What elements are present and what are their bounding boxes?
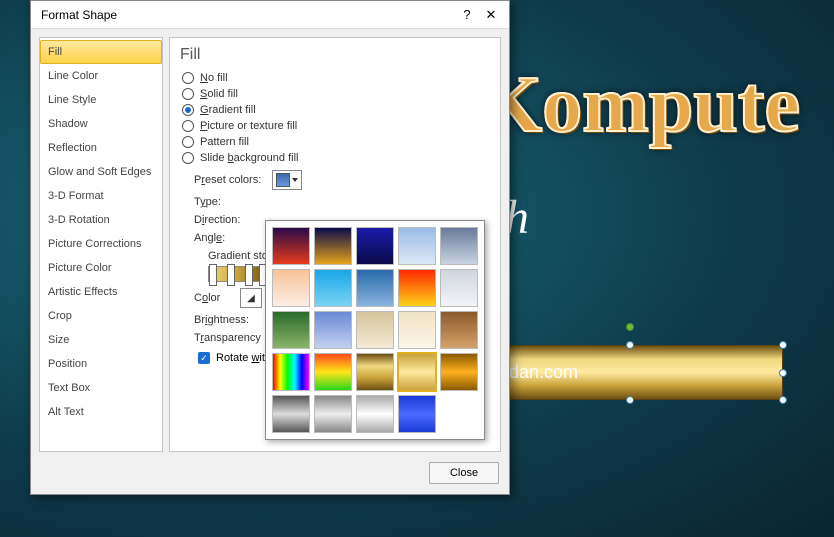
preset-colors-label: Preset colors:: [194, 174, 266, 186]
sidebar-item-fill[interactable]: Fill: [40, 40, 162, 64]
gradient-stops-slider[interactable]: [208, 266, 268, 282]
preset-swatch-4[interactable]: [440, 227, 478, 265]
preset-swatch-1[interactable]: [314, 227, 352, 265]
type-label: Type:: [194, 196, 266, 208]
chevron-down-icon: [292, 178, 298, 182]
sidebar-item-artistic-effects[interactable]: Artistic Effects: [40, 280, 162, 304]
radio-slidebg-fill[interactable]: Slide background fill: [182, 152, 490, 164]
preset-swatch-19[interactable]: [440, 353, 478, 391]
preset-swatch-12[interactable]: [356, 311, 394, 349]
radio-no-fill[interactable]: No fill: [182, 72, 490, 84]
resize-handle-tr[interactable]: [779, 341, 787, 349]
radio-label: Gradient fill: [200, 104, 256, 116]
selected-shape-goldbar[interactable]: dan.com: [478, 345, 783, 400]
preset-swatch-8[interactable]: [398, 269, 436, 307]
sidebar-item-crop[interactable]: Crop: [40, 304, 162, 328]
radio-picture-fill[interactable]: Picture or texture fill: [182, 120, 490, 132]
sidebar-item-3-d-rotation[interactable]: 3-D Rotation: [40, 208, 162, 232]
color-label: Color: [194, 292, 234, 304]
preset-swatch-6[interactable]: [314, 269, 352, 307]
transparency-label: Transparency: [194, 332, 266, 344]
sidebar-item-reflection[interactable]: Reflection: [40, 136, 162, 160]
preset-swatch-13[interactable]: [398, 311, 436, 349]
sidebar-item-glow-and-soft-edges[interactable]: Glow and Soft Edges: [40, 160, 162, 184]
type-row: Type:: [194, 196, 490, 208]
resize-handle-br[interactable]: [779, 396, 787, 404]
sidebar-item-shadow[interactable]: Shadow: [40, 112, 162, 136]
dialog-sidebar: FillLine ColorLine StyleShadowReflection…: [39, 37, 163, 452]
radio-label: Pattern fill: [200, 136, 249, 148]
resize-handle-mb[interactable]: [626, 396, 634, 404]
resize-handle-mt[interactable]: [626, 341, 634, 349]
checkbox-icon: ✓: [198, 352, 210, 364]
radio-icon: [182, 72, 194, 84]
resize-handle-mr[interactable]: [779, 369, 787, 377]
sidebar-item-text-box[interactable]: Text Box: [40, 376, 162, 400]
sidebar-item-position[interactable]: Position: [40, 352, 162, 376]
color-picker-button[interactable]: ◢: [240, 288, 262, 308]
radio-label: Solid fill: [200, 88, 238, 100]
sidebar-item-line-color[interactable]: Line Color: [40, 64, 162, 88]
gradient-stop-marker[interactable]: [209, 264, 217, 286]
preset-colors-popup: [265, 220, 485, 440]
sidebar-item-alt-text[interactable]: Alt Text: [40, 400, 162, 424]
bucket-icon: ◢: [247, 293, 255, 304]
radio-label: No fill: [200, 72, 228, 84]
radio-label: Slide background fill: [200, 152, 298, 164]
radio-icon: [182, 104, 194, 116]
preset-swatch-22[interactable]: [356, 395, 394, 433]
preset-swatch-20[interactable]: [272, 395, 310, 433]
angle-label: Angle:: [194, 232, 266, 244]
gradient-stop-marker[interactable]: [245, 264, 253, 286]
dialog-help-button[interactable]: ?: [455, 5, 479, 25]
preset-swatch-9[interactable]: [440, 269, 478, 307]
radio-icon: [182, 152, 194, 164]
radio-icon: [182, 136, 194, 148]
fill-heading: Fill: [180, 46, 490, 64]
preset-colors-dropdown[interactable]: [272, 170, 302, 190]
background-title: Kompute: [480, 60, 800, 151]
preset-swatch-3[interactable]: [398, 227, 436, 265]
sidebar-item-picture-color[interactable]: Picture Color: [40, 256, 162, 280]
preset-swatch-18[interactable]: [398, 353, 436, 391]
gradient-stop-marker[interactable]: [227, 264, 235, 286]
sidebar-item-picture-corrections[interactable]: Picture Corrections: [40, 232, 162, 256]
sidebar-item-size[interactable]: Size: [40, 328, 162, 352]
preset-colors-row: Preset colors:: [194, 170, 490, 190]
radio-solid-fill[interactable]: Solid fill: [182, 88, 490, 100]
selected-shape-text: dan.com: [509, 362, 578, 383]
dialog-close-button[interactable]: ✕: [479, 5, 503, 25]
radio-icon: [182, 120, 194, 132]
preset-swatch-10[interactable]: [272, 311, 310, 349]
preset-swatch-21[interactable]: [314, 395, 352, 433]
dialog-footer: Close: [31, 456, 509, 494]
preset-swatch-23[interactable]: [398, 395, 436, 433]
rotate-handle[interactable]: [626, 323, 634, 331]
preset-swatch-14[interactable]: [440, 311, 478, 349]
preset-swatch-2[interactable]: [356, 227, 394, 265]
preset-swatch-16[interactable]: [314, 353, 352, 391]
dialog-titlebar[interactable]: Format Shape ? ✕: [31, 1, 509, 29]
close-button[interactable]: Close: [429, 462, 499, 484]
preset-swatch-0[interactable]: [272, 227, 310, 265]
preset-swatch-15[interactable]: [272, 353, 310, 391]
radio-icon: [182, 88, 194, 100]
sidebar-item-3-d-format[interactable]: 3-D Format: [40, 184, 162, 208]
preset-swatch-7[interactable]: [356, 269, 394, 307]
radio-gradient-fill[interactable]: Gradient fill: [182, 104, 490, 116]
dialog-title: Format Shape: [41, 8, 455, 22]
radio-pattern-fill[interactable]: Pattern fill: [182, 136, 490, 148]
sidebar-item-line-style[interactable]: Line Style: [40, 88, 162, 112]
direction-label: Direction:: [194, 214, 266, 226]
preset-swatch-5[interactable]: [272, 269, 310, 307]
preset-swatch-icon: [276, 173, 290, 187]
radio-label: Picture or texture fill: [200, 120, 297, 132]
brightness-label: Brightness:: [194, 314, 266, 326]
preset-swatch-17[interactable]: [356, 353, 394, 391]
preset-swatch-11[interactable]: [314, 311, 352, 349]
